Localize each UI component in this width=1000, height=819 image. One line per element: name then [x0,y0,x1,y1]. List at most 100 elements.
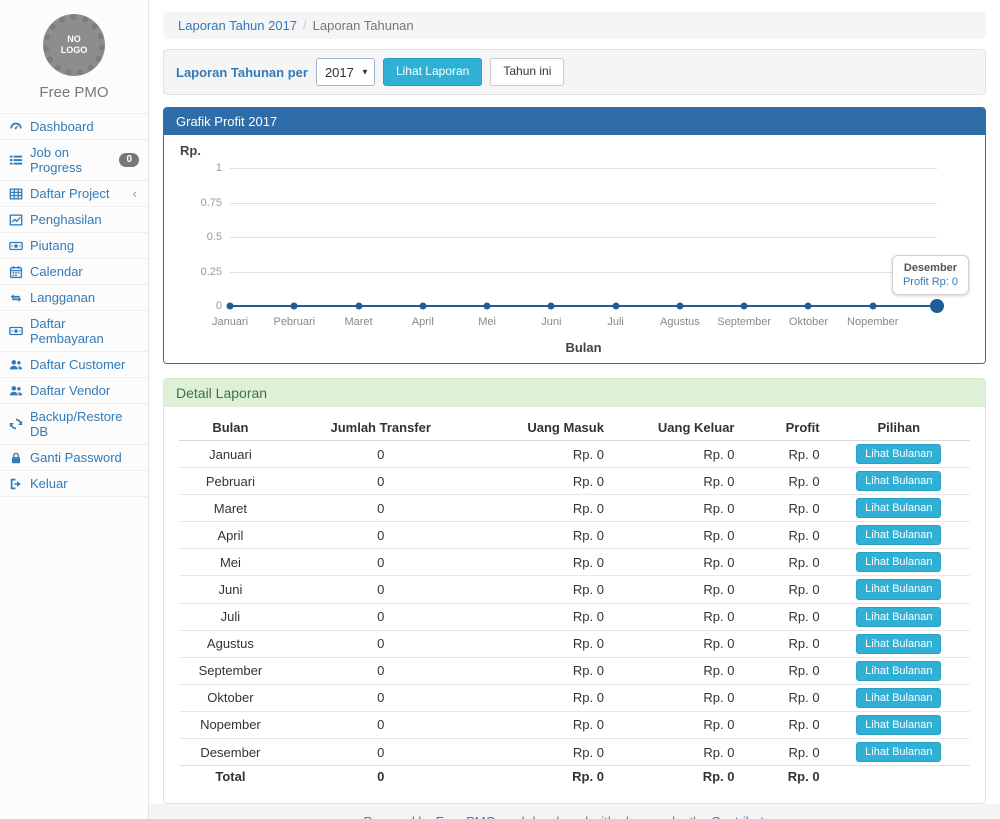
cell-profit: Rp. 0 [749,576,828,603]
sidebar-item-backup-restore-db[interactable]: Backup/Restore DB [0,404,148,445]
lihat-bulanan-button[interactable]: Lihat Bulanan [856,444,941,464]
cell-bulan: Oktober [179,684,282,711]
lihat-bulanan-button[interactable]: Lihat Bulanan [856,688,941,708]
cell-uang-keluar: Rp. 0 [622,441,749,468]
tasks-icon [9,153,23,167]
lihat-bulanan-button[interactable]: Lihat Bulanan [856,552,941,572]
x-tick-label: Maret [344,316,372,328]
cell-bulan: Januari [179,441,282,468]
sidebar-item-label: Job on Progress [30,145,112,175]
tooltip-title: Desember [903,262,958,274]
table-row-juli: Juli 0 Rp. 0 Rp. 0 Rp. 0 Lihat Bulanan [179,603,970,630]
y-tick-label: 1 [178,162,222,174]
sidebar: NO LOGO Free PMO Dashboard Job on Progre… [0,0,149,819]
sidebar-item-daftar-project[interactable]: Daftar Project ‹ [0,181,148,207]
footer: Powered by Free PMO, and developed with … [149,804,1000,819]
sidebar-item-calendar[interactable]: Calendar [0,259,148,285]
sidebar-item-label: Penghasilan [30,212,139,227]
data-point-september [741,303,748,310]
cell-uang-masuk: Rp. 0 [480,495,622,522]
chart-tooltip: Desember Profit Rp: 0 [892,255,969,295]
cell-profit: Rp. 0 [749,711,828,738]
cell-jumlah-transfer: 0 [282,603,480,630]
cell-bulan: Juli [179,603,282,630]
cell-uang-masuk: Rp. 0 [480,711,622,738]
cell-bulan: Nopember [179,711,282,738]
detail-laporan-panel: Detail Laporan Bulan Jumlah Transfer Uan… [163,378,986,804]
cell-jumlah-transfer: 0 [282,522,480,549]
footer-link-contributors[interactable]: Contributors. [711,814,785,819]
sidebar-item-label: Daftar Pembayaran [30,316,139,346]
sidebar-item-penghasilan[interactable]: Penghasilan [0,207,148,233]
sidebar-item-daftar-customer[interactable]: Daftar Customer [0,352,148,378]
lihat-bulanan-button[interactable]: Lihat Bulanan [856,742,941,762]
cell-uang-keluar: Rp. 0 [622,549,749,576]
footer-text-middle: , and developed with pleasure by the [496,814,711,819]
cell-uang-masuk: Rp. 0 [480,603,622,630]
col-pilihan: Pilihan [828,415,970,441]
year-select[interactable]: 2017 [316,58,375,86]
report-filter-bar: Laporan Tahunan per 2017 ▼ Lihat Laporan… [163,49,986,95]
lihat-bulanan-button[interactable]: Lihat Bulanan [856,715,941,735]
lihat-bulanan-button[interactable]: Lihat Bulanan [856,525,941,545]
data-point-nopember [869,303,876,310]
breadcrumb-link-laporan-tahun[interactable]: Laporan Tahun 2017 [178,18,297,33]
tahun-ini-button[interactable]: Tahun ini [490,58,564,85]
table-row-januari: Januari 0 Rp. 0 Rp. 0 Rp. 0 Lihat Bulana… [179,441,970,468]
breadcrumb-current: Laporan Tahunan [313,18,414,33]
cell-uang-keluar: Rp. 0 [622,468,749,495]
total-transfer: 0 [282,766,480,788]
lihat-bulanan-button[interactable]: Lihat Bulanan [856,634,941,654]
lihat-laporan-button[interactable]: Lihat Laporan [383,58,482,85]
sidebar-item-dashboard[interactable]: Dashboard [0,114,148,140]
chevron-left-icon: ‹ [133,186,139,201]
sidebar-item-daftar-pembayaran[interactable]: Daftar Pembayaran [0,311,148,352]
report-table-body: Januari 0 Rp. 0 Rp. 0 Rp. 0 Lihat Bulana… [179,441,970,788]
lihat-bulanan-button[interactable]: Lihat Bulanan [856,661,941,681]
brand-name: Free PMO [0,84,148,101]
profit-chart: Rp. JanuariPebruariMaretAprilMeiJuniJuli… [164,135,985,363]
breadcrumb: Laporan Tahun 2017 / Laporan Tahunan [163,12,986,39]
sidebar-item-job-on-progress[interactable]: Job on Progress 0 [0,140,148,181]
cell-uang-masuk: Rp. 0 [480,468,622,495]
table-row-agustus: Agustus 0 Rp. 0 Rp. 0 Rp. 0 Lihat Bulana… [179,630,970,657]
sidebar-item-label: Piutang [30,238,139,253]
sidebar-item-ganti-password[interactable]: Ganti Password [0,445,148,471]
y-tick-label: 0 [178,300,222,312]
table-row-juni: Juni 0 Rp. 0 Rp. 0 Rp. 0 Lihat Bulanan [179,576,970,603]
sidebar-item-label: Daftar Vendor [30,383,139,398]
x-tick-label: Oktober [789,316,828,328]
content: Laporan Tahun 2017 / Laporan Tahunan Lapor… [149,0,1000,804]
cell-profit: Rp. 0 [749,549,828,576]
total-label: Total [179,766,282,788]
sidebar-item-daftar-vendor[interactable]: Daftar Vendor [0,378,148,404]
retweet-icon [9,291,23,305]
lihat-bulanan-button[interactable]: Lihat Bulanan [856,579,941,599]
main-area: Laporan Tahun 2017 / Laporan Tahunan Lapor… [149,0,1000,819]
sidebar-item-piutang[interactable]: Piutang [0,233,148,259]
sidebar-item-label: Dashboard [30,119,139,134]
sidebar-item-langganan[interactable]: Langganan [0,285,148,311]
cell-uang-masuk: Rp. 0 [480,441,622,468]
cell-jumlah-transfer: 0 [282,657,480,684]
lihat-bulanan-button[interactable]: Lihat Bulanan [856,471,941,491]
x-tick-label: Juli [607,316,624,328]
y-tick-label: 0.75 [178,197,222,209]
cell-uang-keluar: Rp. 0 [622,630,749,657]
breadcrumb-separator: / [303,18,307,33]
calendar-icon [9,265,23,279]
tooltip-value: Profit Rp: 0 [903,276,958,288]
cell-uang-masuk: Rp. 0 [480,549,622,576]
sidebar-item-keluar[interactable]: Keluar [0,471,148,497]
col-profit: Profit [749,415,828,441]
cell-uang-keluar: Rp. 0 [622,657,749,684]
lihat-bulanan-button[interactable]: Lihat Bulanan [856,498,941,518]
footer-link-free-pmo[interactable]: Free PMO [436,814,496,819]
data-point-oktober [805,303,812,310]
money-icon [9,239,23,253]
x-tick-label: September [717,316,771,328]
x-tick-label: April [412,316,434,328]
lihat-bulanan-button[interactable]: Lihat Bulanan [856,607,941,627]
cell-uang-keluar: Rp. 0 [622,522,749,549]
table-row-mei: Mei 0 Rp. 0 Rp. 0 Rp. 0 Lihat Bulanan [179,549,970,576]
